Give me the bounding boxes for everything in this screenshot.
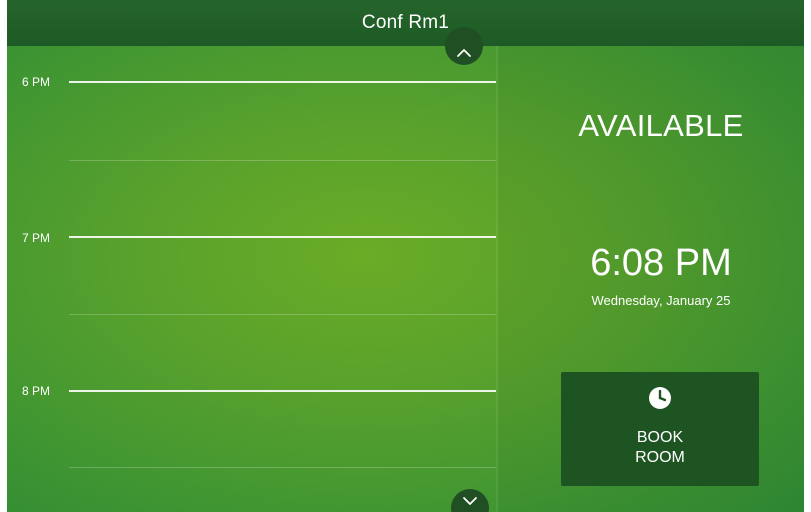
half-hour-line: [69, 160, 496, 161]
hour-label-7pm: 7 PM: [22, 231, 51, 245]
hour-label-6pm: 6 PM: [22, 75, 51, 89]
schedule-timeline[interactable]: 6 PM 7 PM 8 PM: [7, 27, 497, 512]
current-date: Wednesday, January 25: [591, 293, 731, 308]
book-label-line1: BOOK: [636, 429, 684, 446]
chevron-up-icon: [457, 49, 471, 57]
scroll-down-button[interactable]: [451, 489, 489, 512]
room-panel-screen: Conf Rm1 6 PM 7 PM 8 PM AVAILABLE 6:08 P…: [7, 0, 804, 512]
availability-status: AVAILABLE: [578, 108, 744, 143]
hour-line-7pm: [69, 236, 496, 238]
hour-line-8pm: [69, 390, 496, 392]
header-bar: Conf Rm1: [7, 0, 804, 46]
book-label-line2: ROOM: [635, 449, 685, 466]
book-room-label: BOOK ROOM: [561, 428, 759, 468]
hour-line-6pm: [69, 81, 496, 83]
book-room-button[interactable]: BOOK ROOM: [561, 372, 759, 486]
clock-icon: [649, 387, 671, 409]
room-name: Conf Rm1: [361, 12, 450, 33]
chevron-down-icon: [463, 497, 477, 505]
current-time: 6:08 PM: [590, 242, 732, 284]
scroll-up-button[interactable]: [445, 27, 483, 65]
half-hour-line: [69, 467, 496, 468]
hour-label-8pm: 8 PM: [22, 384, 51, 398]
half-hour-line: [69, 314, 496, 315]
